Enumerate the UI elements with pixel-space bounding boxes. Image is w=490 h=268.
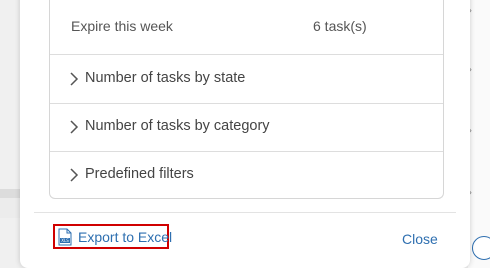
expire-row: Expire this week 6 task(s) [50,0,443,55]
accordion-label: Number of tasks by state [85,70,246,86]
chevron-right-icon [70,168,79,182]
svg-text:XLS: XLS [61,238,69,243]
accordion-label: Number of tasks by category [85,118,270,134]
statistics-card: Expire this week 6 task(s) Number of tas… [49,0,444,199]
background-panel: › › › › [468,0,490,268]
export-to-excel-button[interactable]: XLS Export to Excel [53,224,173,249]
accordion-label: Predefined filters [85,166,194,182]
chevron-right-icon [70,72,79,86]
dialog: Expire this week 6 task(s) Number of tas… [20,0,470,268]
accordion-tasks-by-category[interactable]: Number of tasks by category [50,103,443,152]
close-button[interactable]: Close [402,231,438,247]
refresh-icon[interactable] [472,236,490,260]
excel-file-icon: XLS [58,228,72,246]
accordion-tasks-by-state[interactable]: Number of tasks by state [50,55,443,104]
chevron-right-icon [70,120,79,134]
expire-label: Expire this week [71,18,173,34]
export-label: Export to Excel [78,229,173,245]
accordion-predefined-filters[interactable]: Predefined filters [50,151,443,199]
expire-value: 6 task(s) [313,18,367,34]
footer-divider [34,212,456,213]
